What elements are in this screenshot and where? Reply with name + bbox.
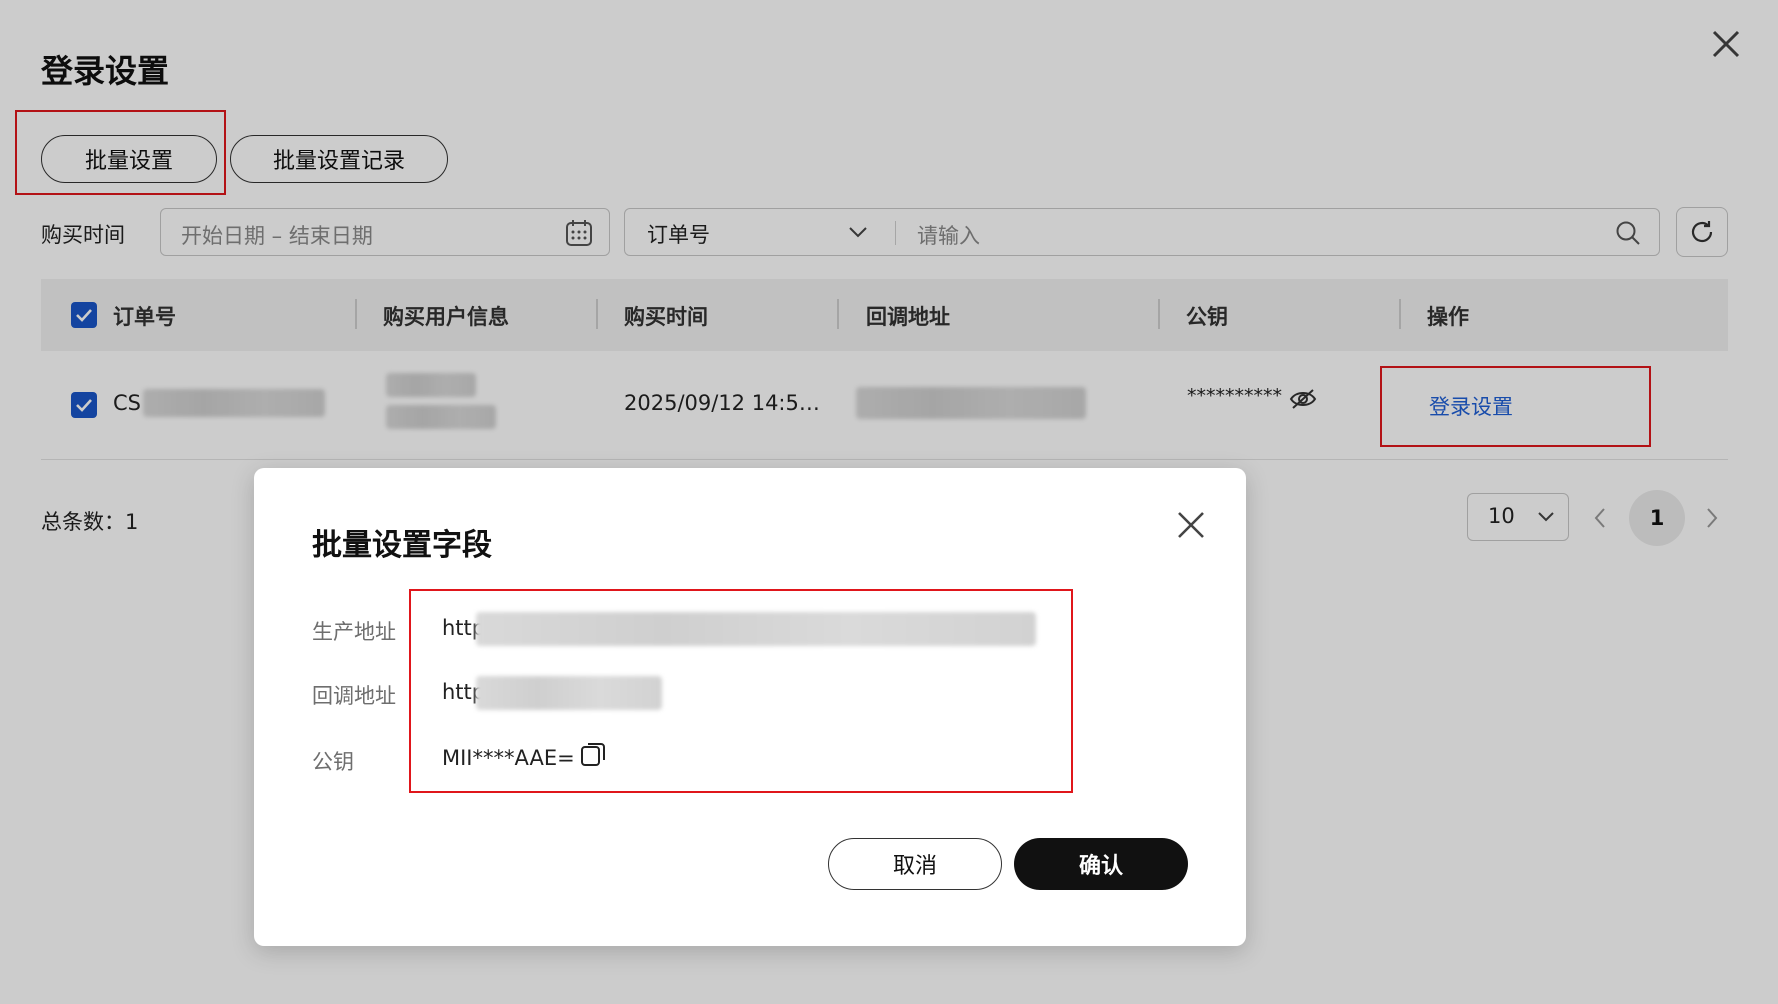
cancel-button[interactable]: 取消 — [828, 838, 1002, 890]
dialog-title: 批量设置字段 — [312, 528, 492, 563]
batch-settings-dialog: 批量设置字段 生产地址 http 回调地址 http 公钥 MII****AAE… — [254, 468, 1246, 946]
close-icon[interactable] — [1174, 508, 1208, 542]
callback-url-label: 回调地址 — [312, 684, 396, 708]
public-key-label: 公钥 — [312, 750, 354, 774]
production-url-label: 生产地址 — [312, 620, 396, 644]
confirm-button[interactable]: 确认 — [1014, 838, 1188, 890]
highlight-box — [409, 589, 1073, 793]
